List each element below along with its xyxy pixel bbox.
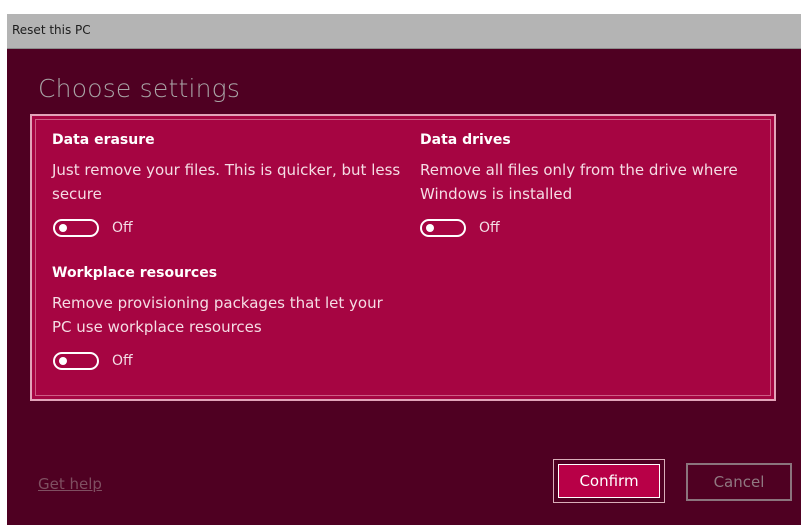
reset-pc-dialog: Reset this PC Choose settings Data erasu… <box>7 14 801 525</box>
toggle-knob <box>59 357 67 365</box>
title-bar: Reset this PC <box>7 14 801 49</box>
setting-description-data-drives: Remove all files only from the drive whe… <box>420 161 738 203</box>
confirm-button[interactable]: Confirm <box>558 464 660 498</box>
setting-title-data-erasure: Data erasure <box>52 132 155 148</box>
toggle-data-erasure[interactable] <box>53 219 99 237</box>
setting-data-drives: Data drives Remove all files only from t… <box>420 132 770 206</box>
toggle-row-workplace-resources[interactable]: Off <box>53 352 133 370</box>
setting-title-workplace-resources: Workplace resources <box>52 265 218 281</box>
window-title: Reset this PC <box>12 23 91 37</box>
setting-workplace-resources: Workplace resources Remove provisioning … <box>52 265 402 339</box>
settings-panel: Data erasure Just remove your files. Thi… <box>30 114 776 401</box>
setting-description-data-erasure: Just remove your files. This is quicker,… <box>52 161 401 203</box>
confirm-button-focus-ring: Confirm <box>553 459 665 503</box>
setting-data-erasure: Data erasure Just remove your files. Thi… <box>52 132 422 206</box>
toggle-row-data-drives[interactable]: Off <box>420 219 500 237</box>
setting-title-data-drives: Data drives <box>420 132 511 148</box>
toggle-state-data-erasure: Off <box>112 220 133 236</box>
cancel-button[interactable]: Cancel <box>686 463 792 501</box>
toggle-row-data-erasure[interactable]: Off <box>53 219 133 237</box>
toggle-state-workplace-resources: Off <box>112 353 133 369</box>
toggle-knob <box>59 224 67 232</box>
toggle-knob <box>426 224 434 232</box>
setting-description-workplace-resources: Remove provisioning packages that let yo… <box>52 294 383 336</box>
get-help-link[interactable]: Get help <box>38 475 102 493</box>
toggle-workplace-resources[interactable] <box>53 352 99 370</box>
toggle-state-data-drives: Off <box>479 220 500 236</box>
page-title: Choose settings <box>38 74 241 103</box>
toggle-data-drives[interactable] <box>420 219 466 237</box>
